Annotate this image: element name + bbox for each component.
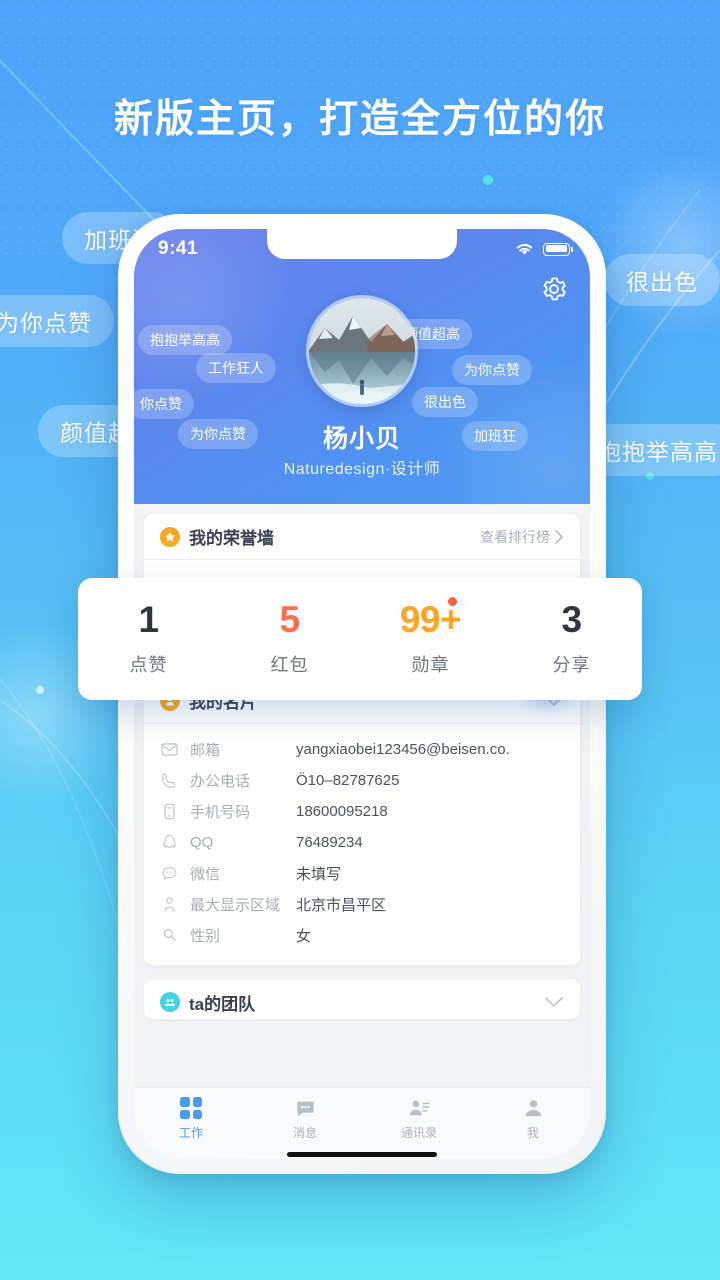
wechat-icon [162,866,177,881]
tab-label: 我 [526,1126,539,1140]
stat-redpacket[interactable]: 5 红包 [219,601,360,677]
floating-tag: 很出色 [604,254,720,306]
contact-value: 76489234 [296,834,363,851]
contact-row[interactable]: 性别 女 [144,920,580,951]
contact-row[interactable]: QQ 76489234 [144,827,580,858]
phone-notch [267,229,457,259]
contact-value: 女 [296,928,312,945]
contact-label: 手机号码 [190,804,251,821]
envelope-icon [161,743,178,756]
contact-value: 18600095218 [296,803,388,820]
grid-icon [180,1097,202,1119]
stat-value: 5 [279,599,300,640]
business-card: 我的名片 邮箱 yangxiaobei123456@beisen.co. 办公电… [144,652,580,965]
stat-label: 勋章 [411,655,450,675]
tab-label: 消息 [292,1126,317,1140]
qq-icon [163,834,176,848]
gender-icon [163,928,176,941]
team-card: ta的团队 [144,979,580,1019]
contact-label: 最大显示区域 [190,897,281,914]
status-time: 9:41 [158,238,199,259]
tab-label: 工作 [178,1126,203,1140]
tab-me[interactable]: 我 [476,1097,590,1141]
chevron-down-icon[interactable] [544,996,564,1008]
chevron-right-icon [555,529,564,544]
honor-wall-header[interactable]: 我的荣誉墙 查看排行榜 [144,514,580,560]
profile-tag: 工作狂人 [196,353,276,383]
phone-icon [162,773,176,788]
contacts-icon [409,1100,429,1116]
tab-messages[interactable]: 消息 [248,1097,362,1141]
contact-value: 北京市昌平区 [296,897,387,914]
stat-value: 99+ [399,599,462,640]
tab-contacts[interactable]: 通讯录 [362,1097,476,1141]
profile-tag: 为你点赞 [452,355,532,385]
tab-work[interactable]: 工作 [134,1097,248,1141]
contact-row[interactable]: 手机号码 18600095218 [144,796,580,827]
contact-label: QQ [190,834,214,851]
background-glow-right [590,150,720,340]
tab-label: 通讯录 [400,1126,437,1140]
stat-label: 点赞 [129,655,168,675]
profile-tag: 你点赞 [134,389,194,419]
profile-tag: 抱抱举高高 [138,325,232,355]
contact-value: 未填写 [296,866,342,883]
profile-name: 杨小贝 [322,425,401,453]
stat-shares[interactable]: 3 分享 [501,601,642,677]
location-person-icon [164,897,175,912]
contact-label: 邮箱 [190,742,221,759]
home-indicator [287,1152,437,1157]
contact-label: 微信 [190,866,221,883]
stat-label: 红包 [270,655,309,675]
contact-row[interactable]: 最大显示区域 北京市昌平区 [144,889,580,920]
mobile-icon [164,803,175,820]
bottom-tab-bar: 工作 消息 通讯录 我 [134,1087,590,1159]
contact-row[interactable]: 微信 未填写 [144,858,580,889]
profile-header: 9:41 抱抱举高高 颜值超高 工作狂人 为你点赞 你点赞 很出色 为你点赞 加… [134,229,590,504]
stat-value: 1 [138,599,159,640]
stat-label: 分享 [552,655,591,675]
view-ranking-link[interactable]: 查看排行榜 [480,527,564,547]
team-card-header[interactable]: ta的团队 [144,979,580,1019]
contact-value: Ö10–82787625 [296,772,400,789]
page-headline: 新版主页，打造全方位的你 [113,98,606,141]
avatar[interactable] [306,295,418,407]
contact-label: 办公电话 [190,773,251,790]
team-icon [160,992,180,1012]
team-card-title: ta的团队 [189,994,256,1014]
battery-icon [543,242,573,256]
gear-icon[interactable] [540,275,568,303]
stats-overlay-card: 1 点赞 5 红包 99+ 勋章 3 分享 [78,578,642,700]
person-icon [525,1100,541,1117]
view-ranking-label: 查看排行榜 [480,528,550,545]
stat-value: 3 [561,599,582,640]
stat-medals[interactable]: 99+ 勋章 [360,597,501,677]
wifi-icon [516,243,533,255]
notification-dot [448,597,457,606]
star-badge-icon [160,526,180,547]
contact-row[interactable]: 邮箱 yangxiaobei123456@beisen.co. [144,734,580,765]
honor-wall-title: 我的荣誉墙 [189,529,274,548]
contact-label: 性别 [190,928,221,945]
stat-likes[interactable]: 1 点赞 [78,601,219,677]
profile-tag: 很出色 [412,387,478,417]
contact-rows: 邮箱 yangxiaobei123456@beisen.co. 办公电话 Ö10… [144,724,580,965]
chat-icon [296,1101,314,1117]
contact-value: yangxiaobei123456@beisen.co. [296,741,510,758]
contact-row[interactable]: 办公电话 Ö10–82787625 [144,765,580,796]
floating-tag: 为你点赞 [0,295,114,347]
profile-title: Naturedesign·设计师 [283,461,441,478]
